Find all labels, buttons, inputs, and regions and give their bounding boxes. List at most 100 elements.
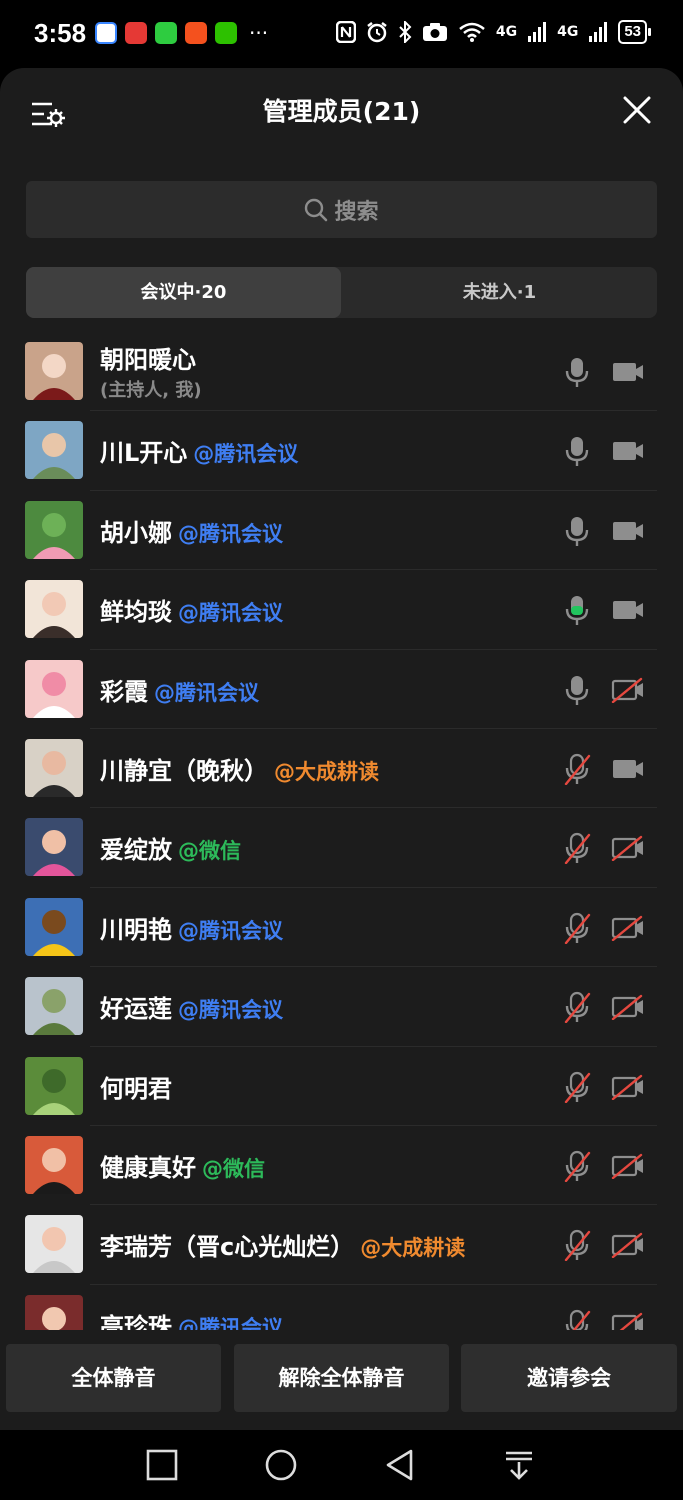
manage-members-sheet: 管理成员(21) 搜索 会议中·20 未进入·1 朝阳暖心 (主持人, 我) 川L开… <box>0 68 683 1430</box>
mic-muted-icon[interactable] <box>563 753 591 786</box>
camera-off-icon[interactable] <box>611 915 645 941</box>
close-icon[interactable] <box>623 96 651 124</box>
search-input[interactable]: 搜索 <box>26 181 657 238</box>
unmute-all-button[interactable]: 解除全体静音 <box>234 1344 449 1412</box>
avatar <box>25 421 83 480</box>
system-nav-bar <box>0 1430 683 1500</box>
camera-off-icon[interactable] <box>611 1153 645 1180</box>
member-source-tag: @微信 <box>178 839 241 864</box>
avatar <box>25 738 83 797</box>
home-icon[interactable] <box>264 1448 298 1482</box>
camera-icon[interactable] <box>611 756 645 782</box>
member-name-line: 何明君 <box>100 1069 172 1104</box>
camera-icon[interactable] <box>611 518 645 544</box>
alarm-icon <box>367 22 387 43</box>
system-icons: 4G 4G 53 <box>335 20 651 44</box>
member-list: 朝阳暖心 (主持人, 我) 川L开心 @腾讯会议 胡小娜 @腾讯会议 鲜均琰 @腾讯会议 彩霞 @… <box>0 332 683 1365</box>
bluetooth-icon <box>399 21 412 43</box>
mic-speaking-icon[interactable] <box>563 594 591 626</box>
member-name: 李瑞芳（晋c心光灿烂） <box>100 1233 355 1262</box>
member-source-tag: @大成耕读 <box>360 1236 466 1261</box>
member-name: 何明君 <box>100 1074 172 1103</box>
member-name: 健康真好 <box>100 1153 196 1182</box>
member-name: 川L开心 <box>100 439 188 468</box>
member-row[interactable]: 李瑞芳（晋c心光灿烂） @大成耕读 <box>0 1205 683 1285</box>
camera-off-icon[interactable] <box>611 677 645 703</box>
mic-muted-icon[interactable] <box>563 1150 591 1183</box>
maps-app-icon <box>95 22 117 44</box>
notification-pull-icon[interactable] <box>502 1448 536 1482</box>
member-row[interactable]: 川静宜（晚秋） @大成耕读 <box>0 729 683 809</box>
tab-in-meeting[interactable]: 会议中·20 <box>26 267 341 318</box>
signal-4g-label: 4G <box>495 24 518 40</box>
notification-icons: ··· <box>95 22 268 44</box>
member-name-line: 朝阳暖心 <box>100 340 196 375</box>
avatar <box>25 580 83 639</box>
recents-icon[interactable] <box>145 1448 179 1482</box>
member-tabs: 会议中·20 未进入·1 <box>26 267 657 318</box>
camera-off-icon[interactable] <box>611 835 645 862</box>
member-source-tag: @微信 <box>202 1156 265 1181</box>
sheet-header: 管理成员(21) <box>0 68 683 158</box>
member-source-tag: @腾讯会议 <box>178 601 283 626</box>
signal-4g-label-2: 4G <box>557 24 579 40</box>
action-bar: 全体静音 解除全体静音 邀请参会 <box>0 1330 683 1430</box>
camera-off-icon[interactable] <box>611 1232 645 1259</box>
member-name-line: 好运莲 @腾讯会议 <box>100 989 283 1024</box>
avatar <box>25 977 83 1036</box>
avatar <box>25 1135 83 1194</box>
member-row[interactable]: 鲜均琰 @腾讯会议 <box>0 570 683 650</box>
avatar <box>25 1215 83 1274</box>
camera-off-icon[interactable] <box>611 1074 645 1100</box>
member-name: 鲜均琰 <box>100 598 172 627</box>
member-row[interactable]: 川明艳 @腾讯会议 <box>0 888 683 968</box>
camera-icon[interactable] <box>611 359 645 385</box>
page-title: 管理成员(21) <box>262 97 421 126</box>
member-name-line: 彩霞 @腾讯会议 <box>100 672 259 707</box>
signal-bars-icon <box>528 22 547 42</box>
member-row[interactable]: 胡小娜 @腾讯会议 <box>0 491 683 571</box>
invite-button[interactable]: 邀请参会 <box>461 1344 677 1412</box>
signal-bars-icon-2 <box>589 22 608 42</box>
member-row[interactable]: 川L开心 @腾讯会议 <box>0 411 683 491</box>
camera-icon[interactable] <box>611 597 645 623</box>
member-name: 爱绽放 <box>100 836 172 865</box>
mic-icon[interactable] <box>563 515 591 547</box>
member-row[interactable]: 彩霞 @腾讯会议 <box>0 650 683 729</box>
clock: 3:58 <box>34 18 87 48</box>
mic-muted-icon[interactable] <box>563 912 591 944</box>
mic-muted-icon[interactable] <box>563 1071 591 1103</box>
member-source-tag: @大成耕读 <box>274 759 379 784</box>
member-name-line: 川明艳 @腾讯会议 <box>100 910 283 945</box>
camera-status-icon <box>422 23 447 41</box>
member-name-line: 川静宜（晚秋） @大成耕读 <box>100 751 379 786</box>
mic-muted-icon[interactable] <box>563 1229 591 1262</box>
member-row[interactable]: 健康真好 @微信 <box>0 1126 683 1206</box>
orange-app-icon <box>185 22 207 44</box>
camera-off-icon[interactable] <box>611 994 645 1021</box>
mic-icon[interactable] <box>563 356 591 388</box>
search-icon <box>305 198 328 221</box>
avatar <box>25 1056 83 1115</box>
member-name-line: 胡小娜 @腾讯会议 <box>100 513 283 548</box>
avatar <box>25 500 83 559</box>
mic-icon[interactable] <box>563 674 591 706</box>
member-row[interactable]: 爱绽放 @微信 <box>0 808 683 888</box>
mic-icon[interactable] <box>563 435 591 467</box>
member-row[interactable]: 何明君 <box>0 1047 683 1126</box>
mute-all-button[interactable]: 全体静音 <box>6 1344 221 1412</box>
member-name-line: 川L开心 @腾讯会议 <box>100 433 298 468</box>
back-icon[interactable] <box>383 1448 417 1482</box>
mic-muted-icon[interactable] <box>563 832 591 865</box>
avatar <box>25 818 83 877</box>
member-name-line: 爱绽放 @微信 <box>100 830 241 865</box>
member-row[interactable]: 朝阳暖心 (主持人, 我) <box>0 332 683 412</box>
tab-not-joined[interactable]: 未进入·1 <box>342 267 657 318</box>
member-name: 彩霞 <box>100 677 148 706</box>
camera-icon[interactable] <box>611 438 645 464</box>
member-name-line: 鲜均琰 @腾讯会议 <box>100 592 283 627</box>
mic-muted-icon[interactable] <box>563 991 591 1024</box>
nfc-icon <box>335 21 356 43</box>
red-app-icon <box>125 22 147 44</box>
member-row[interactable]: 好运莲 @腾讯会议 <box>0 967 683 1047</box>
